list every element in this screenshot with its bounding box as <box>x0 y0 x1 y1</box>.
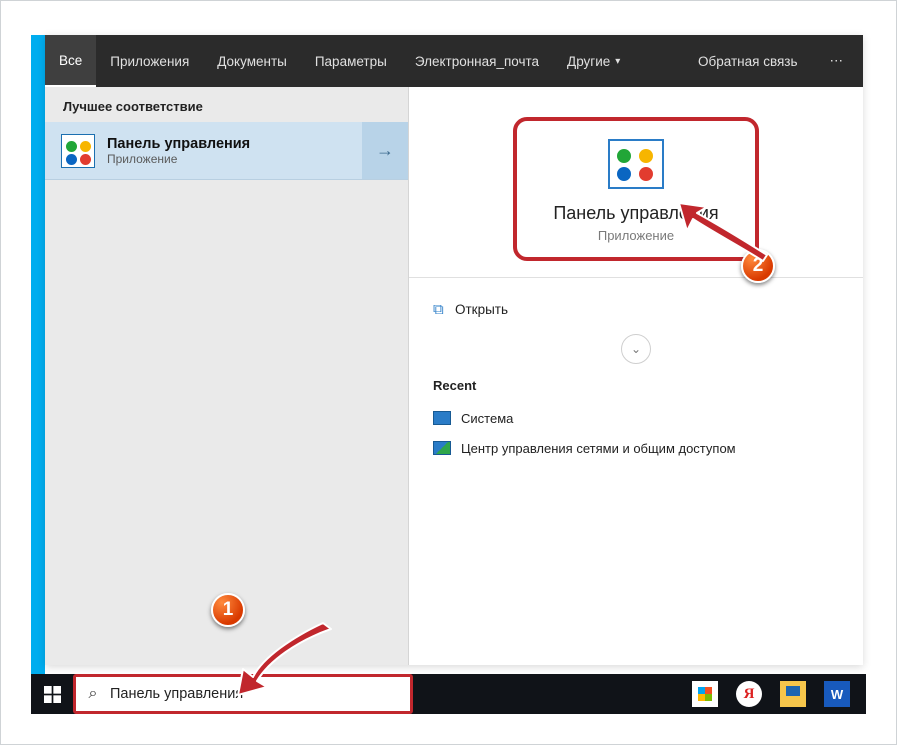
more-options-button[interactable]: ⋯ <box>812 35 864 87</box>
search-icon: ⌕ <box>76 685 110 703</box>
taskbar-pinned-apps: Я W <box>662 681 866 707</box>
action-open[interactable]: ⧉ Открыть <box>433 292 839 326</box>
monitor-icon <box>433 411 451 425</box>
accent-bar <box>31 35 45 699</box>
preview-actions: ⧉ Открыть ⌄ <box>409 277 863 374</box>
tab-all[interactable]: Все <box>45 35 96 87</box>
recent-list: Система Центр управления сетями и общим … <box>409 403 863 483</box>
result-title: Панель управления <box>107 136 362 152</box>
control-panel-icon <box>608 139 664 189</box>
taskbar-app-store[interactable] <box>692 681 718 707</box>
tab-feedback[interactable]: Обратная связь <box>684 35 811 87</box>
control-panel-icon <box>61 134 95 168</box>
recent-header: Recent <box>409 374 863 403</box>
preview-subtitle: Приложение <box>598 228 674 243</box>
taskbar-search-input[interactable] <box>110 677 410 711</box>
tab-apps[interactable]: Приложения <box>96 35 203 87</box>
tab-more-label: Другие <box>567 54 610 69</box>
recent-item-label: Центр управления сетями и общим доступом <box>461 441 736 456</box>
search-results-panel: Все Приложения Документы Параметры Элект… <box>45 35 863 665</box>
recent-item-network-center[interactable]: Центр управления сетями и общим доступом <box>433 433 839 463</box>
open-icon: ⧉ <box>433 301 455 318</box>
action-open-label: Открыть <box>455 302 508 317</box>
tab-more[interactable]: Другие ▾ <box>553 35 634 87</box>
expand-actions-button[interactable]: ⌄ <box>621 334 651 364</box>
best-match-header: Лучшее соответствие <box>45 87 408 122</box>
results-left-column: Лучшее соответствие Панель управления Пр… <box>45 87 409 665</box>
taskbar-app-file-explorer[interactable] <box>780 681 806 707</box>
taskbar-search-box[interactable]: ⌕ <box>73 674 413 714</box>
windows-logo-icon <box>44 686 61 703</box>
tab-email[interactable]: Электронная_почта <box>401 35 553 87</box>
preview-card: Панель управления Приложение <box>513 117 758 261</box>
network-icon <box>433 441 451 455</box>
recent-item-system[interactable]: Система <box>433 403 839 433</box>
start-button[interactable] <box>31 674 73 714</box>
tab-settings[interactable]: Параметры <box>301 35 401 87</box>
preview-title: Панель управления <box>553 203 718 224</box>
result-control-panel[interactable]: Панель управления Приложение → <box>45 122 408 180</box>
taskbar: ⌕ Я W <box>31 674 866 714</box>
taskbar-app-word[interactable]: W <box>824 681 850 707</box>
search-tabs: Все Приложения Документы Параметры Элект… <box>45 35 863 87</box>
chevron-down-icon: ⌄ <box>631 342 641 356</box>
result-expand-arrow[interactable]: → <box>362 122 408 179</box>
results-right-column: Панель управления Приложение ⧉ Открыть ⌄… <box>409 87 863 665</box>
recent-item-label: Система <box>461 411 513 426</box>
taskbar-app-yandex[interactable]: Я <box>736 681 762 707</box>
result-subtitle: Приложение <box>107 152 362 166</box>
chevron-down-icon: ▾ <box>615 56 620 67</box>
tab-documents[interactable]: Документы <box>203 35 301 87</box>
